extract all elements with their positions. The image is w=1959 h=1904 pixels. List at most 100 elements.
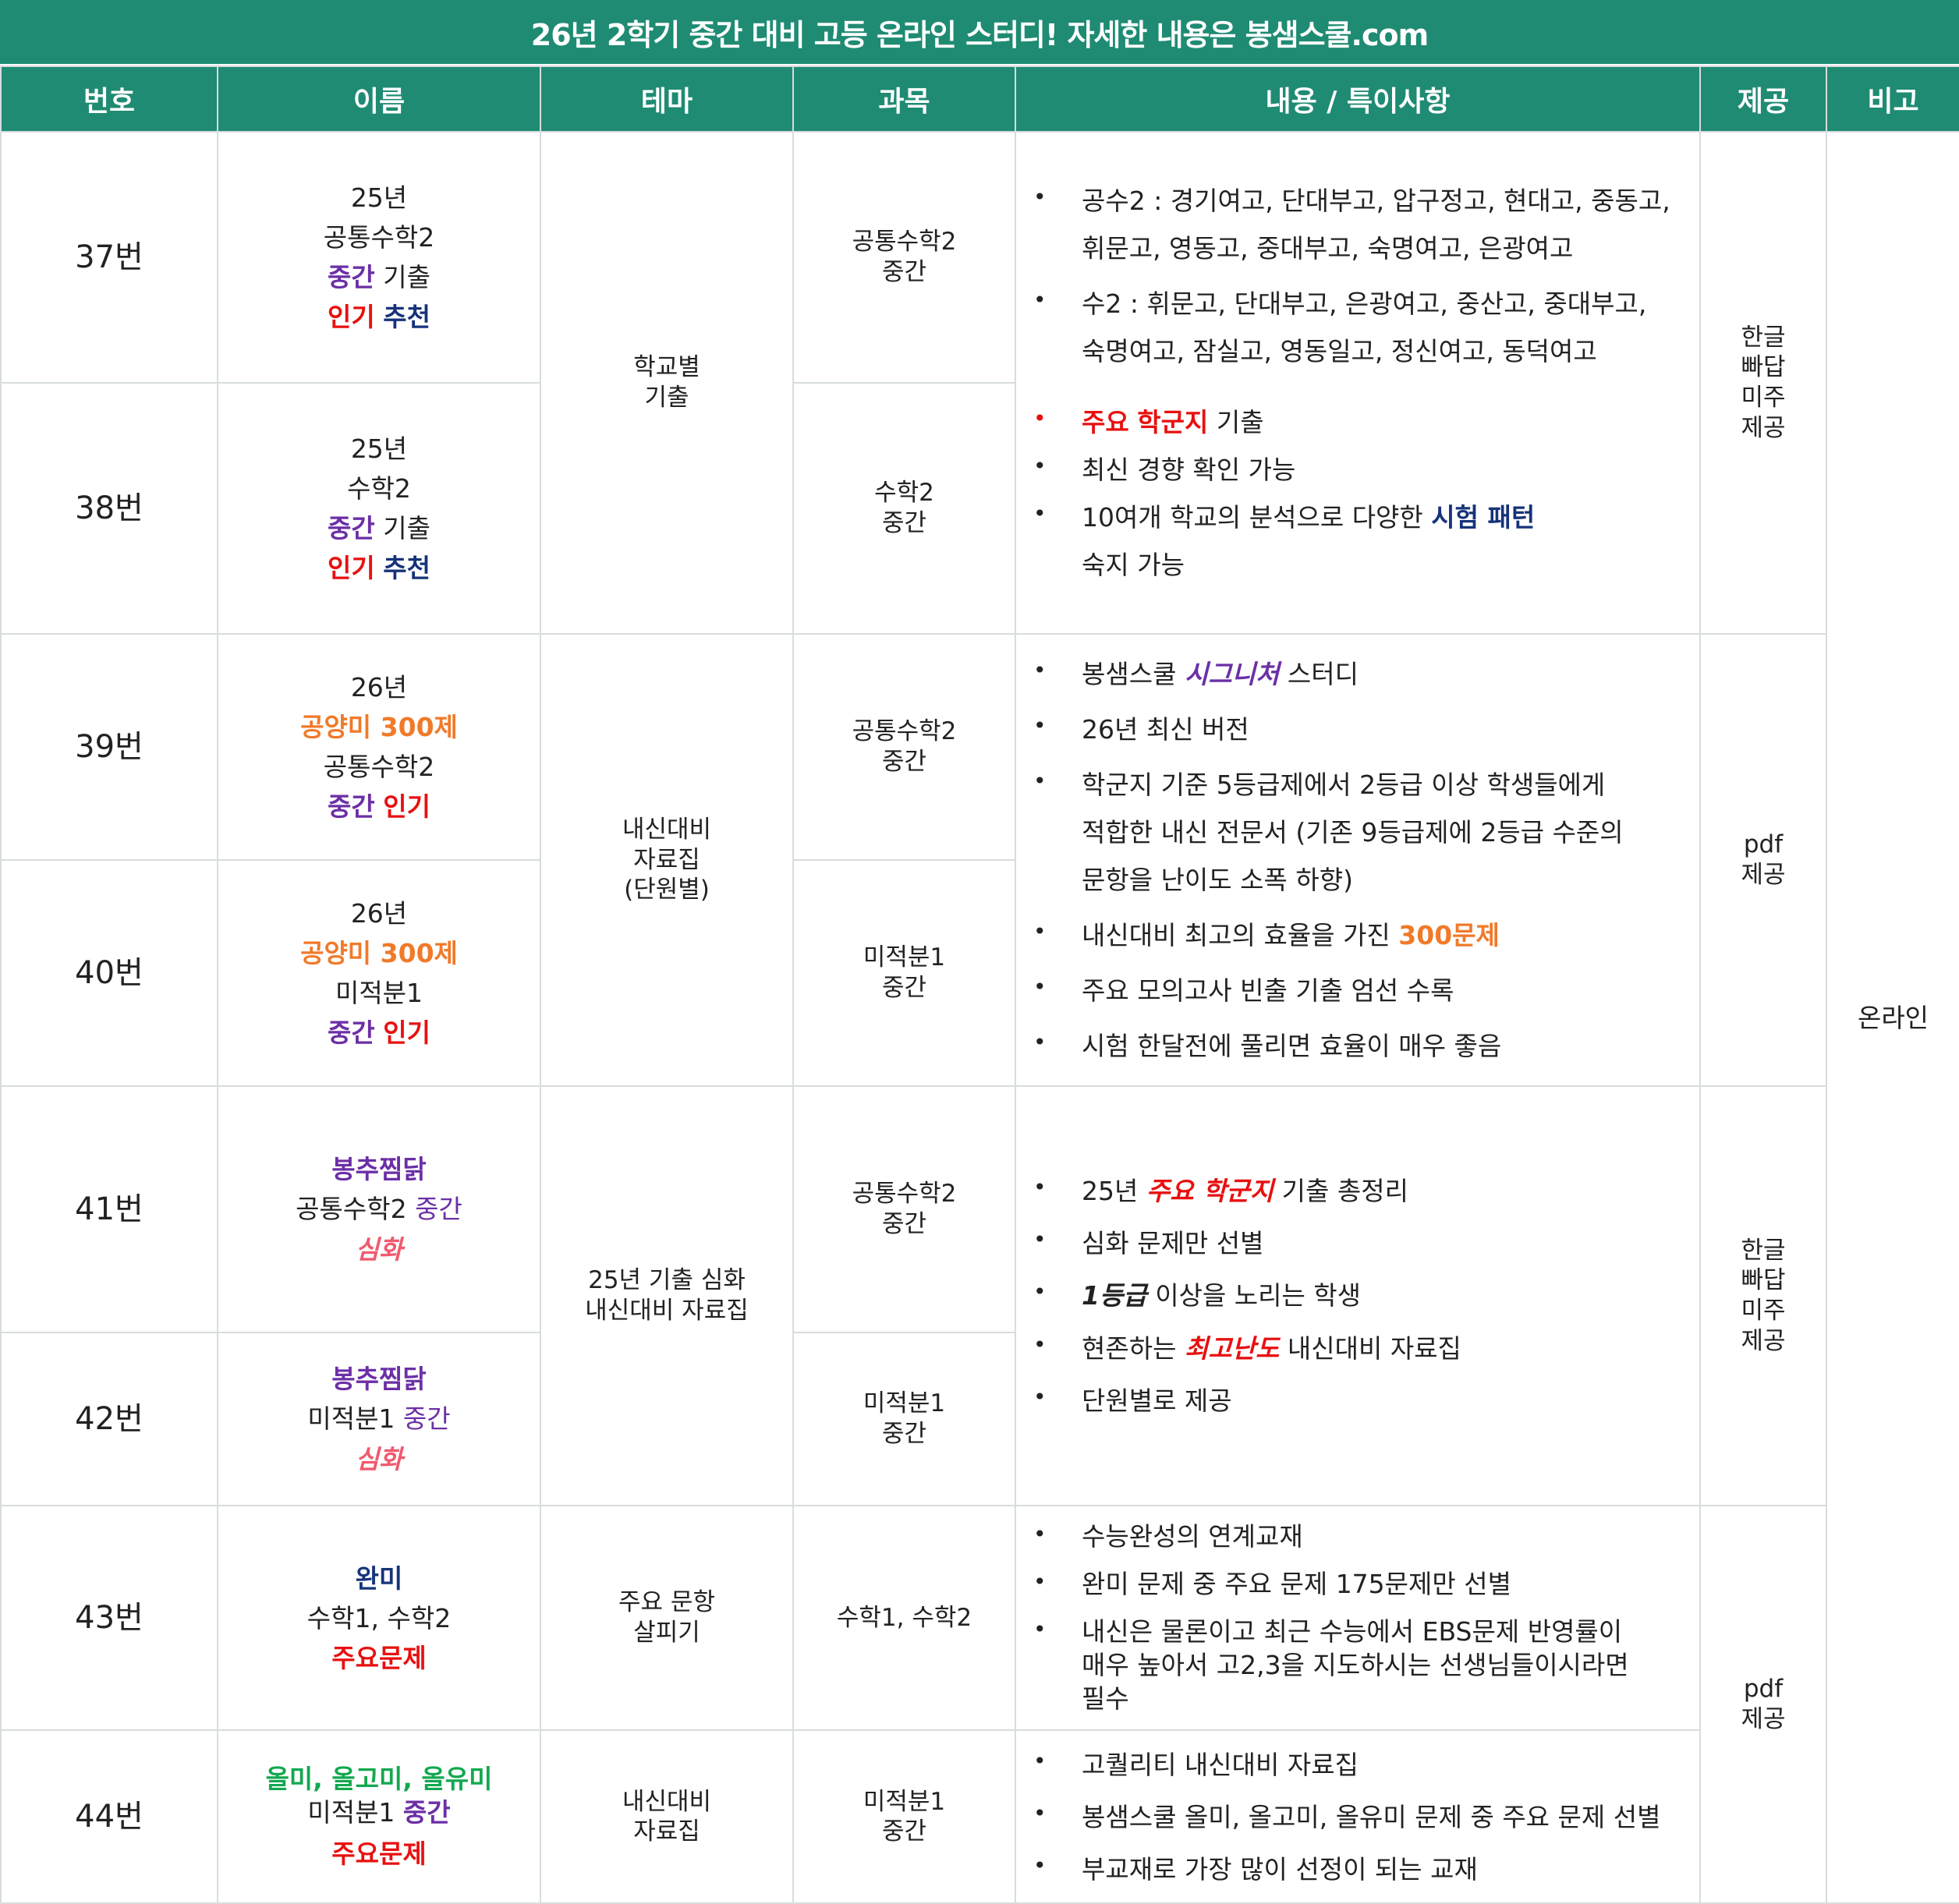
item-name: 완미 수학1, 수학2 주요문제 [217, 1504, 541, 1732]
content-cell: 봉샘스쿨 시그니처 스터디 26년 최신 버전 학군지 기준 5등급제에서 2등… [1015, 633, 1701, 1087]
content-text: 내신대비 최고의 효율을 가진 [1082, 920, 1390, 951]
table-row: 39번 26년 공양미 300제 공통수학2 중간 인기 내신대비 자료집 (단… [0, 633, 1959, 1087]
name-highlight: 심화 [355, 1443, 403, 1474]
theme-line: 기출 [644, 384, 689, 412]
content-text: 숙지 가능 [1082, 550, 1185, 581]
subject-cell: 수학1, 수학2 [792, 1504, 1016, 1732]
provide-line: 제공 [1741, 413, 1786, 442]
content-list: 공수2 : 경기여고, 단대부고, 압구정고, 현대고, 중동고, 휘문고, 영동… [1033, 177, 1676, 589]
name-highlight: 중간 [415, 1194, 462, 1225]
content-text: 휘문고, 영동고, 중대부고, 숙명여고, 은광여고 [1082, 232, 1574, 264]
subject-cell: 공통수학2 중간 [792, 1085, 1016, 1333]
name-highlight: 중간 [328, 262, 375, 292]
theme-line: 주요 문항 [618, 1588, 715, 1617]
provide-line: 미주 [1741, 384, 1786, 412]
subject-line: 중간 [881, 1817, 927, 1846]
study-table: 번호 이름 테마 과목 내용 / 특이사항 제공 비고 37번 25년 공통수학… [0, 65, 1959, 1904]
subject-cell: 미적분1 중간 [792, 859, 1016, 1087]
content-text: 필수 [1082, 1683, 1129, 1714]
table-row: 43번 완미 수학1, 수학2 주요문제 주요 문항 살피기 수학1, 수학2 … [0, 1504, 1959, 1904]
table-row: 44번 올미, 올고미, 올유미 미적분1 중간 주요문제 내신대비 자료집 미… [0, 1729, 1959, 1904]
name-highlight: 중간 [402, 1797, 451, 1828]
name-highlight: 봉추찜닭 [331, 1154, 427, 1185]
name-text: 기출 [383, 513, 430, 543]
subject-line: 중간 [881, 1420, 927, 1448]
item-name: 25년 수학2 중간 기출 인기 추천 [217, 382, 541, 635]
header-num: 번호 [0, 65, 218, 133]
content-text: 공수2 : 경기여고, 단대부고, 압구정고, 현대고, 중동고, [1082, 185, 1670, 216]
name-highlight: 인기 [383, 1017, 430, 1049]
content-text: 내신대비 자료집 [1287, 1332, 1461, 1364]
content-cell: 25년 주요 학군지 기출 총정리 심화 문제만 선별 1등급 이상을 노리는 … [1015, 1085, 1701, 1506]
content-text: 스터디 [1287, 658, 1359, 689]
subject-cell: 공통수학2 중간 [792, 131, 1016, 384]
item-name: 올미, 올고미, 올유미 미적분1 중간 주요문제 [217, 1729, 541, 1904]
theme-cell: 내신대비 자료집 (단원별) [540, 633, 794, 1087]
table-row: 41번 봉추찜닭 공통수학2 중간 심화 25년 기출 심화 내신대비 자료집 … [0, 1085, 1959, 1506]
name-line: 수학1, 수학2 [306, 1602, 452, 1633]
name-line: 공통수학2 중간 [226, 1189, 532, 1229]
content-item: 봉샘스쿨 올미, 올고미, 올유미 문제 중 주요 문제 선별 [1033, 1793, 1676, 1841]
note-cell: 온라인 [1826, 130, 1959, 1904]
name-highlight: 주요문제 [331, 1642, 427, 1673]
provide-line: pdf [1743, 1675, 1784, 1704]
provide-line: 한글 [1741, 1236, 1786, 1265]
content-cell: 수능완성의 연계교재 완미 문제 중 주요 문제 175문제만 선별 내신은 물… [1015, 1504, 1701, 1732]
name-text: 공통수학2 [296, 1194, 407, 1225]
subject-cell: 미적분1 중간 [792, 1729, 1016, 1904]
content-text: 문항을 난이도 소폭 하향) [1082, 865, 1353, 895]
name-line: 25년 [350, 182, 408, 213]
subject-line: 공통수학2 [852, 1180, 957, 1209]
theme-line: 학교별 [633, 353, 700, 382]
subject-cell: 수학2 중간 [792, 382, 1016, 635]
content-highlight: 학군지 [1137, 407, 1209, 437]
content-text: 시험 한달전에 풀리면 효율이 매우 좋음 [1082, 1031, 1502, 1062]
provide-line: 미주 [1741, 1297, 1786, 1325]
name-text: 기출 [383, 262, 430, 292]
theme-line: 살피기 [633, 1619, 700, 1647]
content-text: 이상을 노리는 학생 [1155, 1280, 1362, 1311]
name-highlight: 중간 [328, 791, 375, 823]
content-list: 봉샘스쿨 시그니처 스터디 26년 최신 버전 학군지 기준 5등급제에서 2등… [1033, 650, 1676, 1070]
provide-cell: 한글 빠답 미주 제공 [1699, 1085, 1827, 1506]
row-number: 44번 [0, 1729, 218, 1904]
name-highlight: 완미 [355, 1562, 403, 1594]
subject-line: 중간 [881, 974, 927, 1002]
name-highlight: 중간 [328, 513, 375, 543]
header-content: 내용 / 특이사항 [1015, 65, 1701, 133]
content-highlight: 주요 [1082, 407, 1129, 437]
content-text: 25년 [1082, 1176, 1139, 1207]
item-name: 26년 공양미 300제 공통수학2 중간 인기 [217, 633, 541, 861]
item-name: 봉추찜닭 공통수학2 중간 심화 [217, 1085, 541, 1333]
provide-line: 빠답 [1741, 353, 1786, 382]
content-item: 25년 주요 학군지 기출 총정리 [1033, 1167, 1676, 1215]
content-text: 봉샘스쿨 올미, 올고미, 올유미 문제 중 주요 문제 선별 [1082, 1801, 1661, 1832]
name-text: 미적분1 [307, 1403, 395, 1435]
content-text: 내신은 물론이고 최근 수능에서 EBS문제 반영률이 [1082, 1616, 1623, 1647]
name-highlight: 봉추찜닭 [331, 1364, 427, 1395]
name-line: 인기 추천 [226, 548, 532, 588]
subject-line: 중간 [881, 509, 927, 537]
content-text: 심화 문제만 선별 [1082, 1228, 1264, 1259]
content-item: 현존하는 최고난도 내신대비 자료집 [1033, 1325, 1676, 1372]
name-line: 수학2 [347, 472, 411, 504]
row-number: 40번 [0, 859, 218, 1087]
name-line: 25년 [350, 433, 408, 464]
provide-line: 제공 [1741, 1705, 1786, 1734]
provide-line: 제공 [1741, 1326, 1786, 1355]
name-line: 중간 기출 [226, 508, 532, 548]
content-text: 부교재로 가장 많이 선정이 되는 교재 [1082, 1853, 1478, 1885]
content-item: 10여개 학교의 분석으로 다양한 시험 패턴숙지 가능 [1033, 494, 1676, 589]
name-highlight: 중간 [402, 1403, 451, 1435]
content-text: 봉샘스쿨 [1082, 658, 1177, 689]
content-text: 단원별로 제공 [1082, 1385, 1232, 1416]
theme-line: 25년 기출 심화 [588, 1266, 746, 1295]
table-header-row: 번호 이름 테마 과목 내용 / 특이사항 제공 비고 [0, 65, 1959, 133]
content-item: 단원별로 제공 [1033, 1377, 1676, 1424]
provide-line: 제공 [1741, 861, 1786, 889]
content-text: 완미 문제 중 주요 문제 175문제만 선별 [1082, 1568, 1511, 1599]
content-item: 시험 한달전에 풀리면 효율이 매우 좋음 [1033, 1022, 1676, 1070]
content-text: 학군지 기준 5등급제에서 2등급 이상 학생들에게 [1082, 769, 1606, 800]
name-line: 26년 [350, 897, 408, 929]
